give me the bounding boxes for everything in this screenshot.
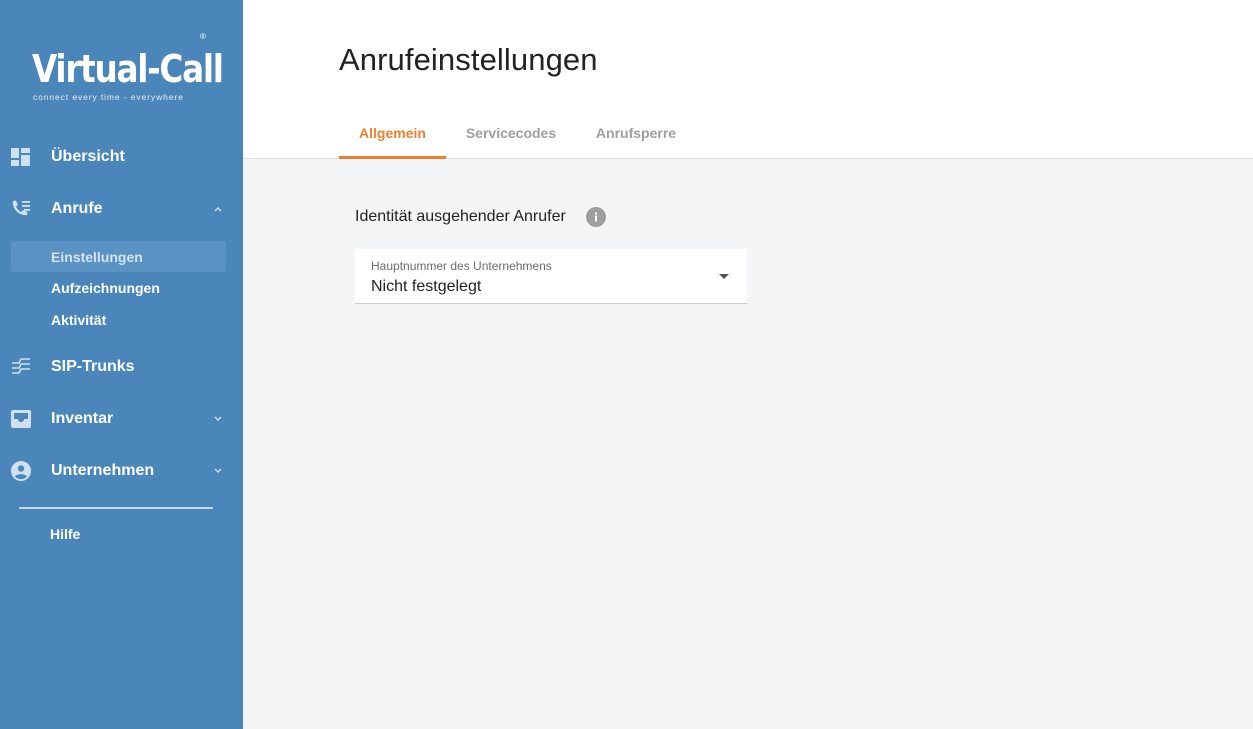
tab-servicecodes[interactable]: Servicecodes bbox=[456, 115, 566, 159]
chevron-up-icon bbox=[212, 203, 224, 215]
virtual-call-logo[interactable]: Virtual-Call ® connect every time - ever… bbox=[32, 32, 224, 108]
phone-list-icon bbox=[10, 198, 32, 220]
sidebar-item-label: Unternehmen bbox=[51, 462, 155, 479]
sidebar-subitem-aufzeichnungen[interactable]: Aufzeichnungen bbox=[11, 272, 226, 303]
help-link[interactable]: Hilfe bbox=[50, 526, 80, 542]
logo-tagline: connect every time - everywhere bbox=[33, 92, 184, 102]
page-header: Anrufeinstellungen Allgemein Servicecode… bbox=[243, 0, 1253, 159]
sidebar: Virtual-Call ® connect every time - ever… bbox=[0, 0, 243, 729]
select-value: Nicht festgelegt bbox=[371, 278, 482, 295]
main-number-select[interactable]: Hauptnummer des Unternehmens Nicht festg… bbox=[355, 249, 747, 304]
account-circle-icon bbox=[10, 460, 32, 482]
sidebar-item-label: Inventar bbox=[51, 410, 114, 427]
sip-trunk-icon bbox=[10, 356, 32, 378]
sidebar-item-uebersicht[interactable]: Übersicht bbox=[0, 137, 243, 177]
chevron-down-icon bbox=[212, 465, 224, 477]
sidebar-item-anrufe[interactable]: Anrufe bbox=[0, 189, 243, 229]
tab-allgemein[interactable]: Allgemein bbox=[339, 115, 446, 159]
sidebar-subitem-aktivitaet[interactable]: Aktivität bbox=[11, 304, 226, 335]
sidebar-subitem-einstellungen[interactable]: Einstellungen bbox=[11, 241, 226, 272]
sidebar-item-sip-trunks[interactable]: SIP-Trunks bbox=[0, 347, 243, 387]
sidebar-subitem-label: Aufzeichnungen bbox=[51, 279, 160, 296]
sidebar-item-inventar[interactable]: Inventar bbox=[0, 399, 243, 439]
sidebar-item-label: Anrufe bbox=[51, 200, 103, 217]
logo-wordmark: Virtual-Call bbox=[32, 47, 224, 91]
sidebar-subitem-label: Einstellungen bbox=[51, 248, 143, 265]
chevron-down-icon bbox=[212, 413, 224, 425]
sidebar-divider bbox=[19, 507, 213, 509]
dashboard-icon bbox=[10, 146, 32, 168]
tab-anrufsperre[interactable]: Anrufsperre bbox=[586, 115, 686, 159]
section-title: Identität ausgehender Anrufer bbox=[355, 208, 566, 225]
select-label: Hauptnummer des Unternehmens bbox=[371, 259, 552, 273]
inbox-icon bbox=[10, 408, 32, 430]
sidebar-item-label: SIP-Trunks bbox=[51, 358, 135, 375]
page-title: Anrufeinstellungen bbox=[339, 42, 598, 77]
registered-mark: ® bbox=[200, 32, 206, 41]
sidebar-item-label: Übersicht bbox=[51, 148, 125, 165]
dropdown-arrow-icon bbox=[719, 274, 729, 279]
sidebar-subitem-label: Aktivität bbox=[51, 311, 107, 328]
info-icon[interactable] bbox=[586, 207, 606, 227]
sidebar-item-unternehmen[interactable]: Unternehmen bbox=[0, 451, 243, 491]
